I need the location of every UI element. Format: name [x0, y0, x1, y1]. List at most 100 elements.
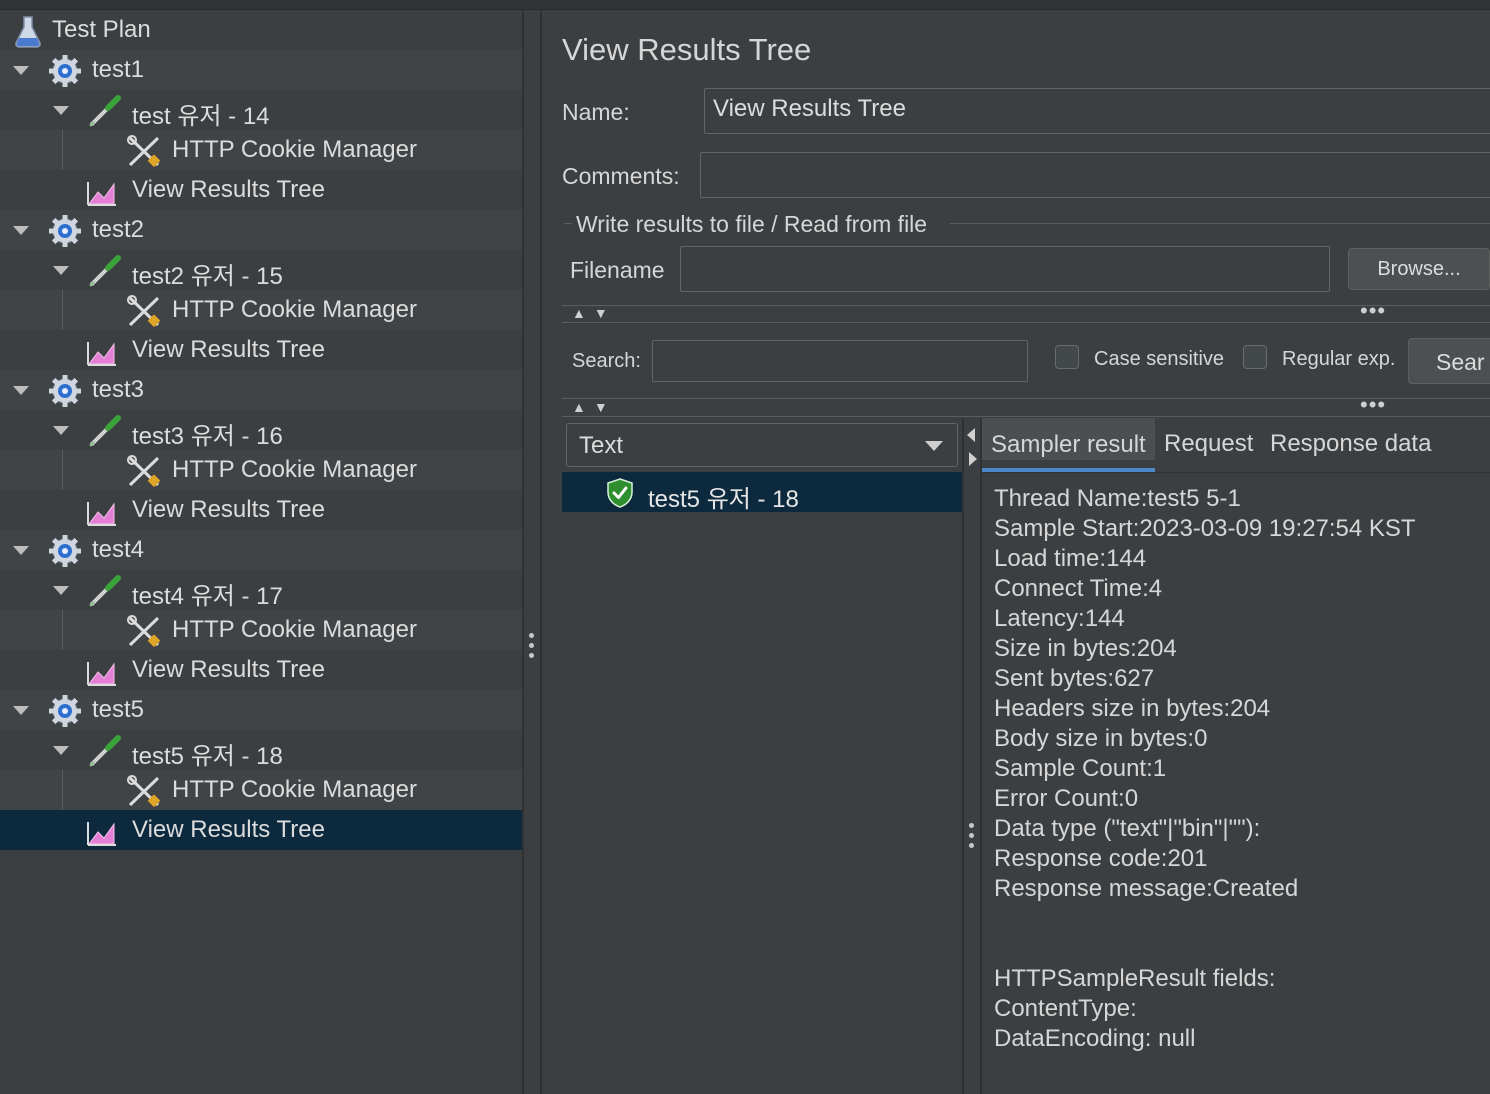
regex-checkbox[interactable]: [1243, 345, 1267, 369]
collapse-left-icon[interactable]: [967, 428, 975, 442]
splitter-grip: [969, 823, 974, 828]
search-button[interactable]: Sear: [1408, 338, 1490, 384]
test-plan-tree[interactable]: Test Plan test1 test 유저 - 14 HTTP Cookie M…: [0, 10, 522, 1094]
tree-item-label: test5: [92, 696, 145, 723]
tree-splitter[interactable]: [522, 10, 524, 1094]
tree-item-cookie-manager[interactable]: HTTP Cookie Manager: [0, 450, 522, 490]
tree-item-view-results-tree[interactable]: View Results Tree: [0, 170, 522, 210]
sampler-result-line: Sent bytes:627: [994, 665, 1155, 692]
active-tab-indicator: [982, 468, 1155, 472]
chevron-down-icon[interactable]: [53, 586, 69, 595]
tree-item-view-results-tree[interactable]: View Results Tree: [0, 330, 522, 370]
comments-field[interactable]: [700, 152, 1490, 198]
chevron-down-icon[interactable]: [53, 106, 69, 115]
splitter-grip: [529, 643, 534, 648]
chevron-down-icon[interactable]: [13, 546, 29, 555]
collapse-arrows-icon[interactable]: ▲▼: [572, 399, 616, 415]
results-tree-icon: [86, 334, 122, 368]
results-splitter[interactable]: [962, 418, 964, 1094]
splitter-grip: [969, 833, 974, 838]
tree-guide-line: [62, 450, 63, 490]
renderer-select[interactable]: Text: [566, 423, 958, 467]
tree-guide-line: [62, 130, 63, 170]
tree-item-view-results-tree[interactable]: View Results Tree: [0, 490, 522, 530]
tree-item-label: HTTP Cookie Manager: [172, 136, 417, 163]
sampler-result-line: ContentType:: [994, 995, 1137, 1022]
search-label: Search:: [572, 350, 641, 372]
sampler-result-line: Data type ("text"|"bin"|""):: [994, 815, 1261, 842]
tree-item-cookie-manager[interactable]: HTTP Cookie Manager: [0, 770, 522, 810]
sampler-result-line: Sample Start:2023-03-09 19:27:54 KST: [994, 515, 1416, 542]
chevron-down-icon[interactable]: [13, 226, 29, 235]
tree-item-label: View Results Tree: [132, 336, 325, 363]
browse-button[interactable]: Browse...: [1348, 248, 1490, 290]
tree-item-label: HTTP Cookie Manager: [172, 776, 417, 803]
tree-item-label: test3 유저 - 16: [132, 423, 283, 450]
gear-icon: [47, 54, 83, 88]
divider: [562, 305, 1490, 306]
more-dots-icon[interactable]: •••: [1360, 392, 1386, 418]
tree-item-thread-group[interactable]: test4: [0, 530, 522, 570]
tree-item-thread-group[interactable]: test5: [0, 690, 522, 730]
chevron-down-icon[interactable]: [53, 266, 69, 275]
tree-item-thread-group[interactable]: test2: [0, 210, 522, 250]
gear-icon: [47, 534, 83, 568]
tree-item-http-request[interactable]: test5 유저 - 18: [0, 730, 522, 770]
expand-right-icon[interactable]: [969, 452, 977, 466]
tab-sampler-result[interactable]: Sampler result: [982, 418, 1155, 472]
search-input[interactable]: [652, 340, 1028, 382]
tree-item-http-request[interactable]: test 유저 - 14: [0, 90, 522, 130]
sampler-result-line: Connect Time:4: [994, 575, 1163, 602]
regex-label: Regular exp.: [1282, 348, 1396, 370]
chevron-down-icon[interactable]: [53, 746, 69, 755]
tab-response-data[interactable]: Response data: [1270, 430, 1431, 458]
tree-item-label: View Results Tree: [132, 176, 325, 203]
case-sensitive-checkbox[interactable]: [1055, 345, 1079, 369]
tree-item-thread-group[interactable]: test1: [0, 50, 522, 90]
tree-item-label: test5 유저 - 18: [132, 743, 283, 770]
more-dots-icon[interactable]: •••: [1360, 298, 1386, 324]
sampler-result-line: Error Count:0: [994, 785, 1139, 812]
tree-guide-line: [62, 770, 63, 810]
tree-item-http-request[interactable]: test2 유저 - 15: [0, 250, 522, 290]
sampler-result-line: Response message:Created: [994, 875, 1299, 902]
tree-guide-line: [62, 290, 63, 330]
name-field[interactable]: View Results Tree: [704, 88, 1490, 134]
tree-item-label: test2 유저 - 15: [132, 263, 283, 290]
chevron-down-icon[interactable]: [53, 426, 69, 435]
collapse-arrows-icon[interactable]: ▲▼: [572, 305, 616, 321]
sampler-result-line: Thread Name:test5 5-1: [994, 485, 1241, 512]
sampler-result-line: Response code:201: [994, 845, 1208, 872]
filename-field[interactable]: [680, 246, 1330, 292]
splitter-grip: [529, 633, 534, 638]
results-tree-icon: [86, 494, 122, 528]
flask-icon: [15, 16, 41, 48]
tree-item-cookie-manager[interactable]: HTTP Cookie Manager: [0, 610, 522, 650]
chevron-down-icon[interactable]: [13, 66, 29, 75]
splitter-grip: [969, 843, 974, 848]
tree-item-cookie-manager[interactable]: HTTP Cookie Manager: [0, 290, 522, 330]
sampler-icon: [86, 734, 122, 768]
gear-icon: [47, 214, 83, 248]
chevron-down-icon[interactable]: [13, 386, 29, 395]
sample-result-row[interactable]: test5 유저 - 18: [562, 472, 962, 513]
chevron-down-icon[interactable]: [13, 706, 29, 715]
tree-item-http-request[interactable]: test3 유저 - 16: [0, 410, 522, 450]
sampler-result-line: [994, 904, 1416, 934]
section-border: [564, 223, 572, 224]
tab-request[interactable]: Request: [1164, 430, 1253, 458]
splitter-grip: [529, 653, 534, 658]
tree-item-cookie-manager[interactable]: HTTP Cookie Manager: [0, 130, 522, 170]
cookie-manager-icon: [126, 134, 162, 168]
tree-item-test-plan[interactable]: Test Plan: [0, 10, 522, 50]
tree-item-label: test4: [92, 536, 145, 563]
tree-item-view-results-tree[interactable]: View Results Tree: [0, 650, 522, 690]
tree-item-http-request[interactable]: test4 유저 - 17: [0, 570, 522, 610]
file-section-title: Write results to file / Read from file: [576, 211, 928, 237]
tree-item-thread-group[interactable]: test3: [0, 370, 522, 410]
renderer-value: Text: [579, 432, 624, 459]
detail-border: [980, 418, 982, 1094]
tree-item-label: test3: [92, 376, 145, 403]
tree-item-view-results-tree[interactable]: View Results Tree: [0, 810, 522, 850]
tree-item-label: test 유저 - 14: [132, 103, 270, 130]
